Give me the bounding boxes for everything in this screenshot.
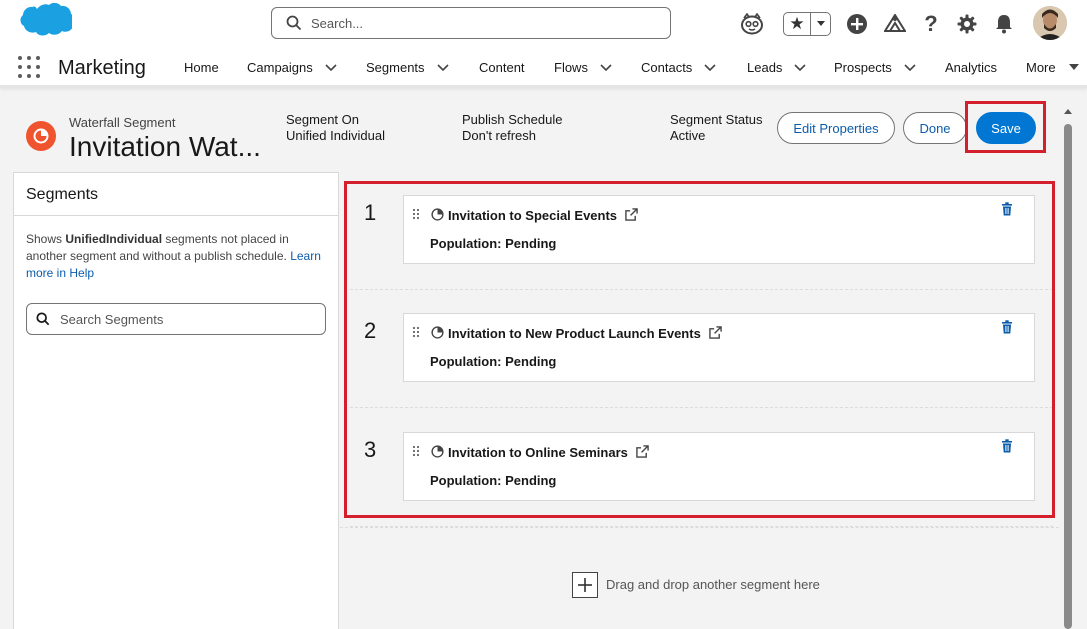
search-segments-input[interactable]: Search Segments (26, 303, 326, 335)
segments-panel-help-text: Shows UnifiedIndividual segments not pla… (26, 231, 326, 282)
divider (14, 215, 338, 216)
record-title: Invitation Wat... (69, 131, 261, 162)
setup-gear-icon[interactable] (955, 8, 979, 40)
nav-item-flows[interactable]: Flows (554, 60, 612, 75)
nav-item-campaigns[interactable]: Campaigns (247, 60, 337, 75)
nav-item-label: Leads (747, 60, 783, 75)
field-segment-status: Segment Status Active (670, 112, 763, 144)
trailhead-icon[interactable] (883, 8, 907, 40)
scroll-up-icon[interactable] (1062, 106, 1074, 116)
nav-item-segments[interactable]: Segments (366, 60, 449, 75)
done-button[interactable]: Done (903, 112, 967, 144)
add-segment-icon[interactable] (572, 572, 598, 598)
chevron-down-icon[interactable] (904, 63, 916, 72)
nav-item-contacts[interactable]: Contacts (641, 60, 716, 75)
nav-item-label: Prospects (834, 60, 892, 75)
field-label: Segment On (286, 112, 359, 127)
search-icon (36, 312, 50, 326)
user-avatar[interactable] (1033, 6, 1067, 40)
drop-zone[interactable]: Drag and drop another segment here (340, 527, 1059, 629)
nav-item-label: Segments (366, 60, 425, 75)
segments-panel: Segments Shows UnifiedIndividual segment… (13, 172, 339, 629)
save-button-highlight (965, 101, 1046, 153)
chevron-down-icon[interactable] (436, 63, 449, 72)
favorites-star-icon[interactable]: ★ (784, 13, 811, 35)
nav-item-label: More (1026, 60, 1056, 75)
nav-item-prospects[interactable]: Prospects (834, 60, 916, 75)
salesforce-logo[interactable] (12, 3, 72, 45)
global-search-input[interactable]: Search... (271, 7, 671, 39)
global-search-placeholder: Search... (311, 15, 364, 31)
nav-item-analytics[interactable]: Analytics (945, 60, 997, 75)
nav-item-leads[interactable]: Leads (747, 60, 806, 75)
chevron-down-icon[interactable] (704, 63, 716, 72)
chevron-down-icon[interactable] (600, 63, 612, 72)
nav-item-label: Contacts (641, 60, 693, 75)
nav-item-label: Home (184, 60, 219, 75)
favorites-button-group[interactable]: ★ (783, 12, 831, 36)
help-icon[interactable]: ? (921, 8, 941, 40)
favorites-dropdown-icon[interactable] (811, 13, 830, 35)
field-label: Segment Status (670, 112, 763, 127)
edit-properties-button[interactable]: Edit Properties (777, 112, 895, 144)
notifications-bell-icon[interactable] (992, 8, 1016, 40)
field-segment-on: Segment On Unified Individual (286, 112, 385, 144)
field-value: Don't refresh (462, 128, 537, 143)
nav-item-home[interactable]: Home (184, 60, 219, 75)
record-type-label: Waterfall Segment (69, 115, 176, 130)
nav-item-more[interactable]: More (1026, 60, 1079, 75)
global-header: Search... ★ ? (0, 0, 1087, 48)
app-launcher-icon[interactable] (18, 56, 40, 78)
record-header: Waterfall Segment Invitation Wat... Segm… (0, 91, 1062, 171)
field-publish-schedule: Publish Schedule Don't refresh (462, 112, 562, 144)
header-utility-icons: ★ ? (739, 6, 1079, 40)
help-text-bold: UnifiedIndividual (65, 232, 163, 246)
caret-down-icon[interactable] (1068, 64, 1079, 71)
waterfall-segment-icon (26, 121, 56, 151)
field-value: Unified Individual (286, 128, 386, 143)
nav-item-label: Analytics (945, 60, 998, 75)
nav-item-label: Flows (554, 60, 588, 75)
segments-panel-title: Segments (26, 186, 99, 203)
einstein-icon[interactable] (739, 8, 765, 40)
drop-zone-text: Drag and drop another segment here (606, 577, 820, 592)
chevron-down-icon[interactable] (325, 63, 337, 72)
chevron-down-icon[interactable] (794, 63, 806, 72)
nav-item-label: Campaigns (247, 60, 313, 75)
field-label: Publish Schedule (462, 112, 563, 127)
scrollbar-thumb[interactable] (1064, 124, 1072, 629)
app-navigation-bar: Marketing Home Campaigns Segments Conten… (0, 48, 1087, 88)
search-icon (286, 15, 302, 31)
segments-highlight (344, 181, 1055, 518)
field-value: Active (670, 128, 706, 143)
nav-item-content[interactable]: Content (479, 60, 525, 75)
nav-item-label: Content (479, 60, 525, 75)
app-name: Marketing (58, 57, 146, 79)
search-segments-placeholder: Search Segments (60, 311, 164, 327)
add-icon[interactable] (845, 8, 869, 40)
help-text: Shows (26, 232, 66, 246)
